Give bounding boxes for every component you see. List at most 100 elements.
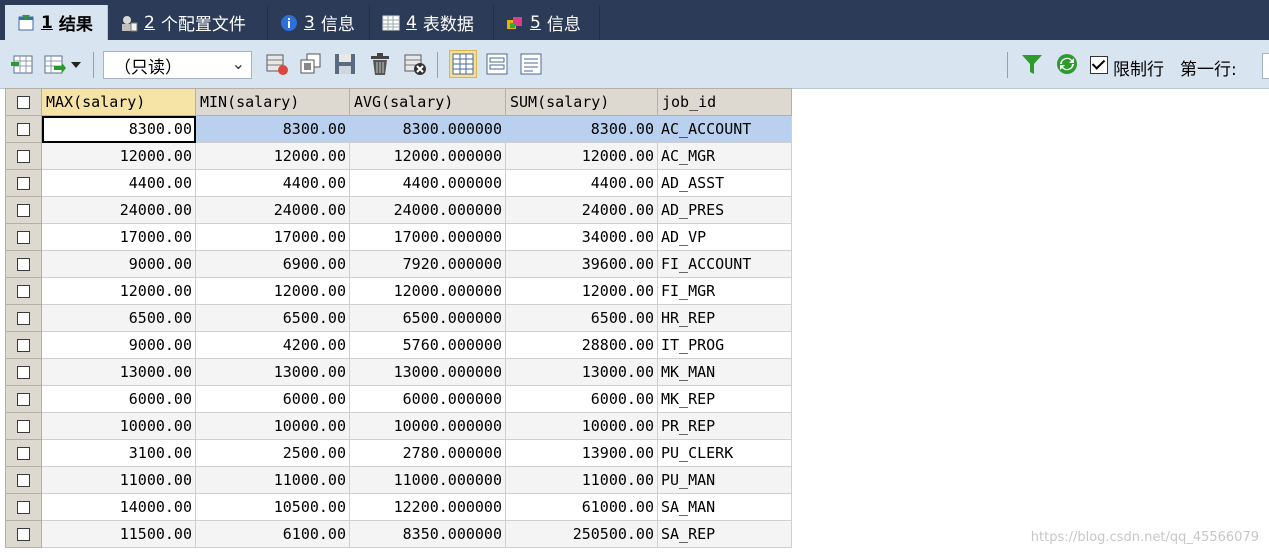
- delete-icon[interactable]: [368, 52, 392, 76]
- grid-cell[interactable]: IT_PROG: [657, 331, 792, 359]
- grid-cell[interactable]: 13000.00: [505, 358, 658, 386]
- grid-cell[interactable]: 17000.000000: [349, 223, 506, 251]
- grid-cell[interactable]: 24000.00: [41, 196, 196, 224]
- grid-cell[interactable]: 6500.000000: [349, 304, 506, 332]
- text-view-icon[interactable]: [519, 52, 543, 76]
- grid-cell[interactable]: PR_REP: [657, 412, 792, 440]
- grid-cell[interactable]: 6000.00: [195, 385, 350, 413]
- table-row[interactable]: 13000.00 13000.00 13000.000000 13000.00 MK_M…: [5, 358, 792, 386]
- table-row[interactable]: 9000.00 4200.00 5760.000000 28800.00 IT_PROG: [5, 331, 792, 359]
- grid-cell[interactable]: 34000.00: [505, 223, 658, 251]
- column-header[interactable]: MAX(salary): [41, 88, 196, 116]
- grid-cell[interactable]: 10000.000000: [349, 412, 506, 440]
- table-row[interactable]: 6500.00 6500.00 6500.000000 6500.00 HR_REP: [5, 304, 792, 332]
- tab-info-2[interactable]: 5 信息: [494, 5, 600, 40]
- export-icon[interactable]: [42, 52, 66, 76]
- grid-cell[interactable]: 4400.00: [41, 169, 196, 197]
- table-row[interactable]: 17000.00 17000.00 17000.000000 34000.00 AD_V…: [5, 223, 792, 251]
- grid-cell[interactable]: 10000.00: [41, 412, 196, 440]
- grid-cell[interactable]: 11500.00: [41, 520, 196, 548]
- grid-cell[interactable]: 250500.00: [505, 520, 658, 548]
- export-dropdown-icon[interactable]: [68, 52, 84, 76]
- grid-cell[interactable]: 13000.000000: [349, 358, 506, 386]
- grid-view-icon[interactable]: [449, 50, 477, 78]
- grid-cell[interactable]: 17000.00: [195, 223, 350, 251]
- row-checkbox[interactable]: [5, 412, 42, 440]
- grid-cell[interactable]: 12000.00: [41, 142, 196, 170]
- grid-cell[interactable]: 6900.00: [195, 250, 350, 278]
- grid-cell[interactable]: 61000.00: [505, 493, 658, 521]
- grid-cell[interactable]: 7920.000000: [349, 250, 506, 278]
- add-row-icon[interactable]: [10, 52, 34, 76]
- table-row[interactable]: 4400.00 4400.00 4400.000000 4400.00 AD_ASST: [5, 169, 792, 197]
- grid-cell[interactable]: 6000.00: [41, 385, 196, 413]
- grid-cell[interactable]: 13000.00: [195, 358, 350, 386]
- row-checkbox[interactable]: [5, 385, 42, 413]
- grid-cell[interactable]: 12000.00: [505, 277, 658, 305]
- grid-cell[interactable]: 11000.00: [41, 466, 196, 494]
- grid-cell[interactable]: 11000.00: [505, 466, 658, 494]
- grid-cell[interactable]: SA_MAN: [657, 493, 792, 521]
- grid-cell[interactable]: 4400.000000: [349, 169, 506, 197]
- tab-results[interactable]: 1 结果: [5, 5, 108, 40]
- refresh-icon[interactable]: [1055, 52, 1079, 76]
- grid-cell[interactable]: 24000.00: [195, 196, 350, 224]
- save-icon[interactable]: [333, 52, 357, 76]
- row-checkbox[interactable]: [5, 142, 42, 170]
- row-checkbox[interactable]: [5, 115, 42, 143]
- grid-cell[interactable]: 4200.00: [195, 331, 350, 359]
- grid-cell[interactable]: 8350.000000: [349, 520, 506, 548]
- grid-cell[interactable]: 2780.000000: [349, 439, 506, 467]
- grid-cell[interactable]: HR_REP: [657, 304, 792, 332]
- table-row[interactable]: 12000.00 12000.00 12000.000000 12000.00 FI_M…: [5, 277, 792, 305]
- grid-cell[interactable]: 6500.00: [505, 304, 658, 332]
- grid-cell[interactable]: 12000.00: [195, 277, 350, 305]
- grid-cell[interactable]: 12200.000000: [349, 493, 506, 521]
- table-row[interactable]: 3100.00 2500.00 2780.000000 13900.00 PU_CLER…: [5, 439, 792, 467]
- row-checkbox[interactable]: [5, 493, 42, 521]
- grid-cell[interactable]: 10500.00: [195, 493, 350, 521]
- row-checkbox[interactable]: [5, 358, 42, 386]
- table-row[interactable]: 11000.00 11000.00 11000.000000 11000.00 PU_M…: [5, 466, 792, 494]
- grid-cell[interactable]: 24000.00: [505, 196, 658, 224]
- row-checkbox[interactable]: [5, 223, 42, 251]
- grid-cell[interactable]: 6000.000000: [349, 385, 506, 413]
- grid-cell[interactable]: 10000.00: [195, 412, 350, 440]
- grid-cell[interactable]: 4400.00: [195, 169, 350, 197]
- grid-cell[interactable]: 4400.00: [505, 169, 658, 197]
- grid-cell[interactable]: 11000.000000: [349, 466, 506, 494]
- grid-cell[interactable]: 24000.000000: [349, 196, 506, 224]
- grid-cell[interactable]: 5760.000000: [349, 331, 506, 359]
- row-checkbox[interactable]: [5, 331, 42, 359]
- grid-cell[interactable]: 2500.00: [195, 439, 350, 467]
- table-row[interactable]: 12000.00 12000.00 12000.000000 12000.00 AC_M…: [5, 142, 792, 170]
- tab-profiles[interactable]: 2 个配置文件: [108, 5, 268, 40]
- grid-cell[interactable]: 8300.00: [505, 115, 658, 143]
- grid-cell[interactable]: 12000.00: [41, 277, 196, 305]
- grid-cell[interactable]: 8300.00: [41, 115, 196, 143]
- grid-cell[interactable]: 28800.00: [505, 331, 658, 359]
- column-header[interactable]: job_id: [657, 88, 792, 116]
- tab-table-data[interactable]: 4 表数据: [370, 5, 494, 40]
- add-record-icon[interactable]: [265, 52, 289, 76]
- table-row[interactable]: 11500.00 6100.00 8350.000000 250500.00 SA_RE…: [5, 520, 792, 548]
- column-header[interactable]: SUM(salary): [505, 88, 658, 116]
- grid-cell[interactable]: PU_CLERK: [657, 439, 792, 467]
- grid-cell[interactable]: 12000.000000: [349, 142, 506, 170]
- discard-changes-icon[interactable]: [403, 52, 427, 76]
- grid-cell[interactable]: 14000.00: [41, 493, 196, 521]
- grid-cell[interactable]: 10000.00: [505, 412, 658, 440]
- grid-cell[interactable]: FI_ACCOUNT: [657, 250, 792, 278]
- grid-cell[interactable]: SA_REP: [657, 520, 792, 548]
- grid-cell[interactable]: AD_PRES: [657, 196, 792, 224]
- grid-cell[interactable]: 6000.00: [505, 385, 658, 413]
- row-checkbox[interactable]: [5, 196, 42, 224]
- grid-cell[interactable]: PU_MAN: [657, 466, 792, 494]
- grid-cell[interactable]: 6500.00: [41, 304, 196, 332]
- table-row[interactable]: 8300.00 8300.00 8300.000000 8300.00 AC_ACCOU…: [5, 115, 792, 143]
- grid-cell[interactable]: 13900.00: [505, 439, 658, 467]
- grid-cell[interactable]: 12000.00: [195, 142, 350, 170]
- grid-cell[interactable]: 13000.00: [41, 358, 196, 386]
- read-only-mode-select[interactable]: （只读） ⌄: [103, 51, 252, 79]
- table-row[interactable]: 24000.00 24000.00 24000.000000 24000.00 AD_P…: [5, 196, 792, 224]
